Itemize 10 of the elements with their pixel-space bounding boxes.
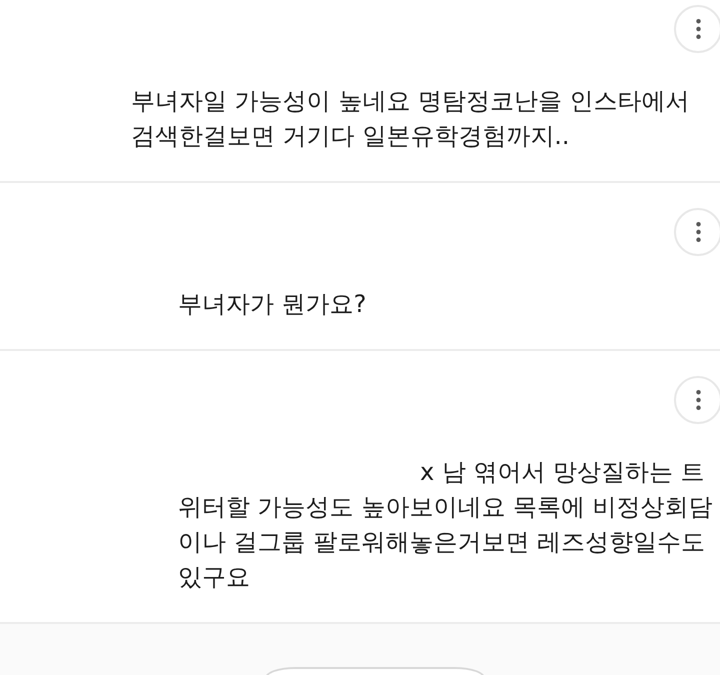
three-dots-icon: [696, 390, 700, 410]
three-dots-icon: [696, 19, 700, 39]
more-button[interactable]: [674, 208, 720, 256]
more-button[interactable]: [674, 5, 720, 53]
more-button[interactable]: [674, 376, 720, 424]
comment-text: 위터할 가능성도 높아보이네요 목록에 비정상회담 이나 걸그룹 팔로워해놓은거보면 레즈성향일수도 있구요: [178, 492, 713, 593]
comment-text: 부녀자가 뭔가요?: [178, 289, 366, 320]
comment-text: x 남 엮어서 망상질하는 트: [420, 457, 705, 488]
comment-text: 부녀자일 가능성이 높네요 명탐정코난을 인스타에서 검색한걸보면 거기다 일본유학경험까지..: [131, 86, 690, 152]
three-dots-icon: [696, 222, 700, 242]
